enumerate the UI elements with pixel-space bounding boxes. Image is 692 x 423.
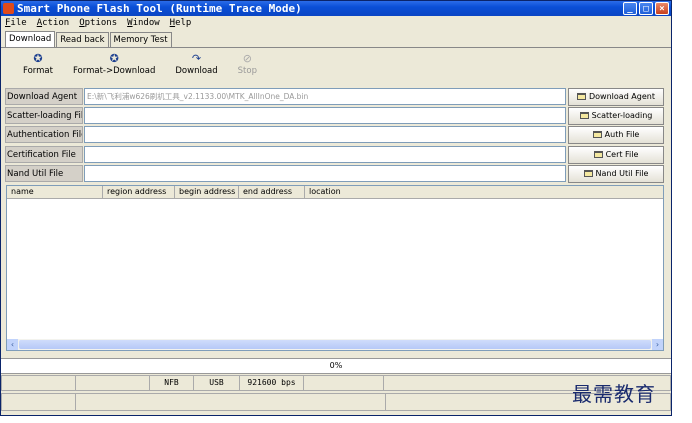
download-icon: ↷ [191,52,202,65]
minimize-button[interactable]: _ [623,2,637,15]
title-bar[interactable]: Smart Phone Flash Tool (Runtime Trace Mo… [1,1,671,16]
scroll-thumb[interactable] [19,340,651,349]
column-name[interactable]: name [7,186,103,198]
folder-icon [583,170,593,177]
horizontal-scrollbar[interactable]: ‹ › [7,339,663,350]
window-title: Smart Phone Flash Tool (Runtime Trace Mo… [17,2,302,15]
menu-file[interactable]: File [5,16,27,31]
app-icon [3,3,14,14]
column-begin-address[interactable]: begin address [175,186,239,198]
status-port: USB [193,375,239,391]
cert-file-button[interactable]: Cert File [568,146,664,164]
status-baud: 921600 bps [239,375,303,391]
nand-util-button[interactable]: Nand Util File [568,165,664,183]
format-download-label: Format->Download [72,66,156,76]
table-header: name region address begin address end ad… [7,186,663,199]
download-button[interactable]: ↷ Download [175,48,217,82]
app-window: Smart Phone Flash Tool (Runtime Trace Mo… [0,0,672,416]
status-bar: NFB USB 921600 bps [1,375,671,391]
auth-label: Authentication File [5,126,83,143]
scatter-label: Scatter-loading File [5,107,83,124]
folder-icon [579,112,589,119]
folder-icon [592,131,602,138]
nand-row: Nand Util File [5,165,566,182]
status-cell-empty-3 [303,375,383,391]
menu-options[interactable]: Options [79,16,117,31]
scroll-right-icon[interactable]: › [652,339,663,350]
format-download-button[interactable]: ✪ Format->Download [73,48,155,82]
column-end-address[interactable]: end address [239,186,305,198]
cert-field[interactable] [84,146,566,163]
column-region-address[interactable]: region address [103,186,175,198]
nand-field[interactable] [84,165,566,182]
stop-icon: ⊘ [242,52,252,65]
close-button[interactable]: × [655,2,669,15]
tab-read-back[interactable]: Read back [56,32,109,47]
watermark-text: 最需教育 [572,382,656,406]
folder-icon [593,151,603,158]
auth-file-button[interactable]: Auth File [568,126,664,144]
download-agent-label: Download Agent [5,88,83,105]
download-agent-row: Download Agent E:\新\飞利浦w626刷机工具_v2.1133.… [5,88,566,105]
menu-window[interactable]: Window [127,16,160,31]
tab-memory-test[interactable]: Memory Test [109,32,172,47]
download-label: Download [175,66,218,76]
auth-button-label: Auth File [604,130,640,139]
format-label: Format [23,66,53,76]
status-bar-2 [1,393,671,411]
auth-field[interactable] [84,126,566,143]
status2-cell-1 [1,393,75,411]
tab-strip: Download Read back Memory Test [1,31,671,48]
scatter-field[interactable] [84,107,566,124]
menu-help[interactable]: Help [170,16,192,31]
nand-label: Nand Util File [5,165,83,182]
maximize-button[interactable]: □ [639,2,653,15]
stop-label: Stop [237,66,257,76]
toolbar: ✪ Format ✪ Format->Download ↷ Download ⊘… [1,48,671,82]
cert-label: Certification File [5,146,83,163]
status2-cell-2 [75,393,385,411]
tab-download[interactable]: Download [5,31,56,47]
cert-row: Certification File [5,146,566,163]
scatter-button[interactable]: Scatter-loading [568,107,664,125]
progress-text: 0% [329,361,343,370]
folder-icon [577,93,586,100]
status-cell-empty-1 [1,375,75,391]
download-agent-field[interactable]: E:\新\飞利浦w626刷机工具_v2.1133.00\MTK_AllInOne… [84,88,566,105]
cert-button-label: Cert File [605,150,639,159]
menu-bar: File Action Options Window Help [1,16,671,31]
format-button[interactable]: ✪ Format [23,48,53,82]
scatter-button-label: Scatter-loading [591,111,653,120]
status-cell-empty-2 [75,375,149,391]
format-download-icon: ✪ [109,52,119,65]
download-agent-button[interactable]: Download Agent [568,88,664,106]
region-table[interactable]: name region address begin address end ad… [6,185,664,351]
column-location[interactable]: location [305,186,663,198]
status-flash-type: NFB [149,375,193,391]
scatter-row: Scatter-loading File [5,107,566,124]
format-icon: ✪ [33,52,43,65]
nand-button-label: Nand Util File [595,169,649,178]
download-agent-button-label: Download Agent [589,92,655,101]
stop-button[interactable]: ⊘ Stop [238,48,257,82]
auth-row: Authentication File [5,126,566,143]
scroll-left-icon[interactable]: ‹ [7,339,18,350]
menu-action[interactable]: Action [37,16,70,31]
progress-bar: 0% [1,358,671,374]
